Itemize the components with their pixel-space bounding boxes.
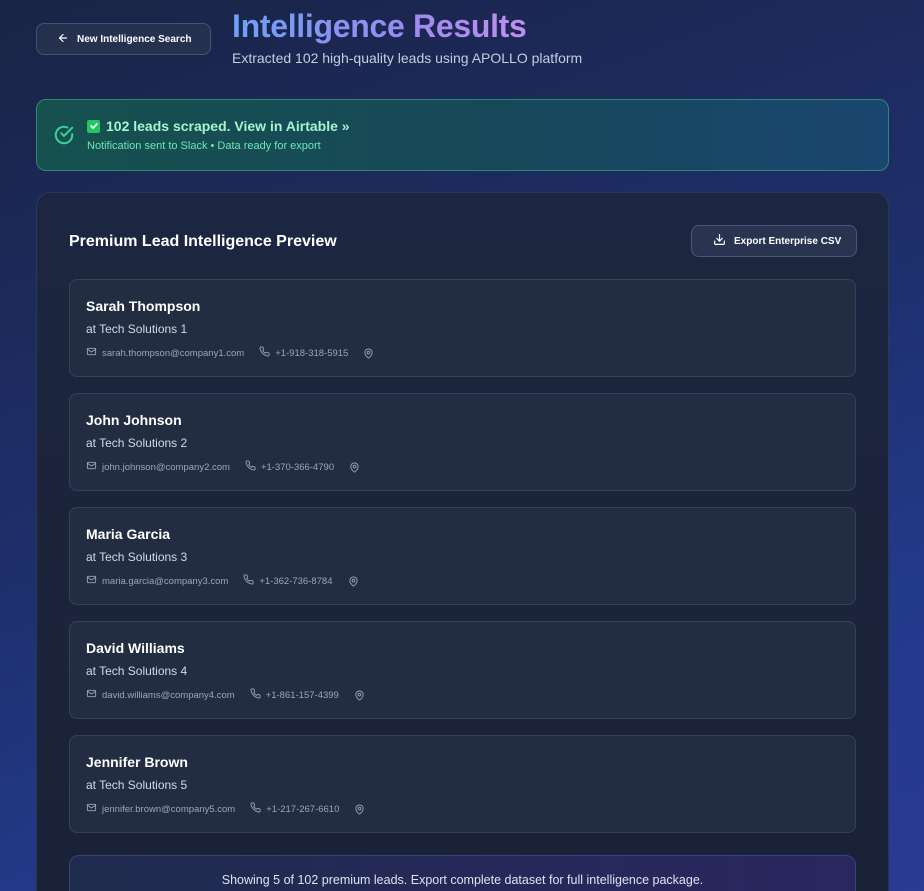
phone-icon <box>243 574 254 588</box>
lead-phone-text: +1-370-366-4790 <box>260 461 335 473</box>
lead-email-text: david.williams@company4.com <box>102 689 235 701</box>
lead-email[interactable]: jennifer.brown@company5.com <box>86 802 235 816</box>
lead-email[interactable]: maria.garcia@company3.com <box>86 574 228 588</box>
lead-contacts: maria.garcia@company3.com +1-362-736-878… <box>86 574 374 588</box>
lead-company: at Tech Solutions 4 <box>86 664 188 678</box>
phone-icon <box>245 460 256 474</box>
export-csv-button[interactable]: Export Enterprise CSV <box>691 225 857 257</box>
checkbox-icon <box>87 119 100 133</box>
map-pin-icon <box>348 575 359 587</box>
lead-contacts: jennifer.brown@company5.com +1-217-267-6… <box>86 802 380 816</box>
mail-icon <box>86 460 97 474</box>
lead-name: Maria Garcia <box>86 526 171 542</box>
lead-card[interactable]: Maria Garcia at Tech Solutions 3 maria.g… <box>69 507 856 605</box>
lead-company: at Tech Solutions 3 <box>86 550 188 564</box>
lead-card[interactable]: John Johnson at Tech Solutions 2 john.jo… <box>69 393 856 491</box>
lead-name: Jennifer Brown <box>86 754 188 770</box>
mail-icon <box>86 802 97 816</box>
panel-title: Premium Lead Intelligence Preview <box>69 233 337 250</box>
new-intelligence-search-button[interactable]: New Intelligence Search <box>36 23 211 55</box>
lead-phone[interactable]: +1-861-157-4399 <box>250 688 339 702</box>
map-pin-icon <box>363 347 374 359</box>
lead-company: at Tech Solutions 5 <box>86 778 188 792</box>
lead-phone[interactable]: +1-918-318-5915 <box>259 346 348 360</box>
alert-headline[interactable]: 102 leads scraped. View in Airtable » <box>87 118 350 134</box>
lead-email-text: maria.garcia@company3.com <box>102 575 229 587</box>
phone-icon <box>250 688 261 702</box>
lead-card[interactable]: Jennifer Brown at Tech Solutions 5 jenni… <box>69 735 856 833</box>
phone-icon <box>250 802 261 816</box>
lead-phone-text: +1-362-736-8784 <box>259 575 333 587</box>
lead-preview-panel: Premium Lead Intelligence Preview Export… <box>36 192 889 891</box>
lead-name: Sarah Thompson <box>86 298 201 314</box>
lead-company: at Tech Solutions 1 <box>86 322 188 336</box>
lead-phone-text: +1-918-318-5915 <box>275 347 349 359</box>
lead-email-text: sarah.thompson@company1.com <box>102 347 245 359</box>
lead-company: at Tech Solutions 2 <box>86 436 188 450</box>
mail-icon <box>86 346 97 360</box>
lead-name: John Johnson <box>86 412 182 428</box>
lead-email-text: john.johnson@company2.com <box>102 461 230 473</box>
lead-name: David Williams <box>86 640 185 656</box>
page-subtitle: Extracted 102 high-quality leads using A… <box>232 50 583 66</box>
map-pin-icon <box>354 803 365 815</box>
map-pin-icon <box>349 461 360 473</box>
lead-phone-text: +1-217-267-6610 <box>266 803 340 815</box>
lead-phone-text: +1-861-157-4399 <box>265 689 339 701</box>
circle-check-icon <box>53 124 75 146</box>
export-button-label: Export Enterprise CSV <box>734 235 842 247</box>
lead-contacts: sarah.thompson@company1.com +1-918-318-5… <box>86 346 389 360</box>
mail-icon <box>86 574 97 588</box>
lead-email[interactable]: john.johnson@company2.com <box>86 460 230 474</box>
airtable-link[interactable]: 102 leads scraped. View in Airtable » <box>106 118 350 134</box>
arrow-left-icon <box>57 32 69 47</box>
back-button-label: New Intelligence Search <box>77 33 192 45</box>
download-icon <box>713 233 726 249</box>
lead-phone[interactable]: +1-217-267-6610 <box>250 802 339 816</box>
lead-card[interactable]: David Williams at Tech Solutions 4 david… <box>69 621 856 719</box>
lead-phone[interactable]: +1-370-366-4790 <box>245 460 334 474</box>
map-pin-icon <box>354 689 365 701</box>
mail-icon <box>86 688 97 702</box>
lead-card[interactable]: Sarah Thompson at Tech Solutions 1 sarah… <box>69 279 856 377</box>
preview-footer-note: Showing 5 of 102 premium leads. Export c… <box>69 855 856 891</box>
lead-phone[interactable]: +1-362-736-8784 <box>243 574 333 588</box>
success-alert: 102 leads scraped. View in Airtable » No… <box>36 99 889 171</box>
lead-contacts: david.williams@company4.com +1-861-157-4… <box>86 688 380 702</box>
page-title: Intelligence Results <box>232 8 527 44</box>
lead-contacts: john.johnson@company2.com +1-370-366-479… <box>86 460 375 474</box>
alert-note: Notification sent to Slack • Data ready … <box>87 140 321 152</box>
lead-email-text: jennifer.brown@company5.com <box>102 803 236 815</box>
phone-icon <box>259 346 270 360</box>
lead-email[interactable]: david.williams@company4.com <box>86 688 235 702</box>
lead-email[interactable]: sarah.thompson@company1.com <box>86 346 244 360</box>
